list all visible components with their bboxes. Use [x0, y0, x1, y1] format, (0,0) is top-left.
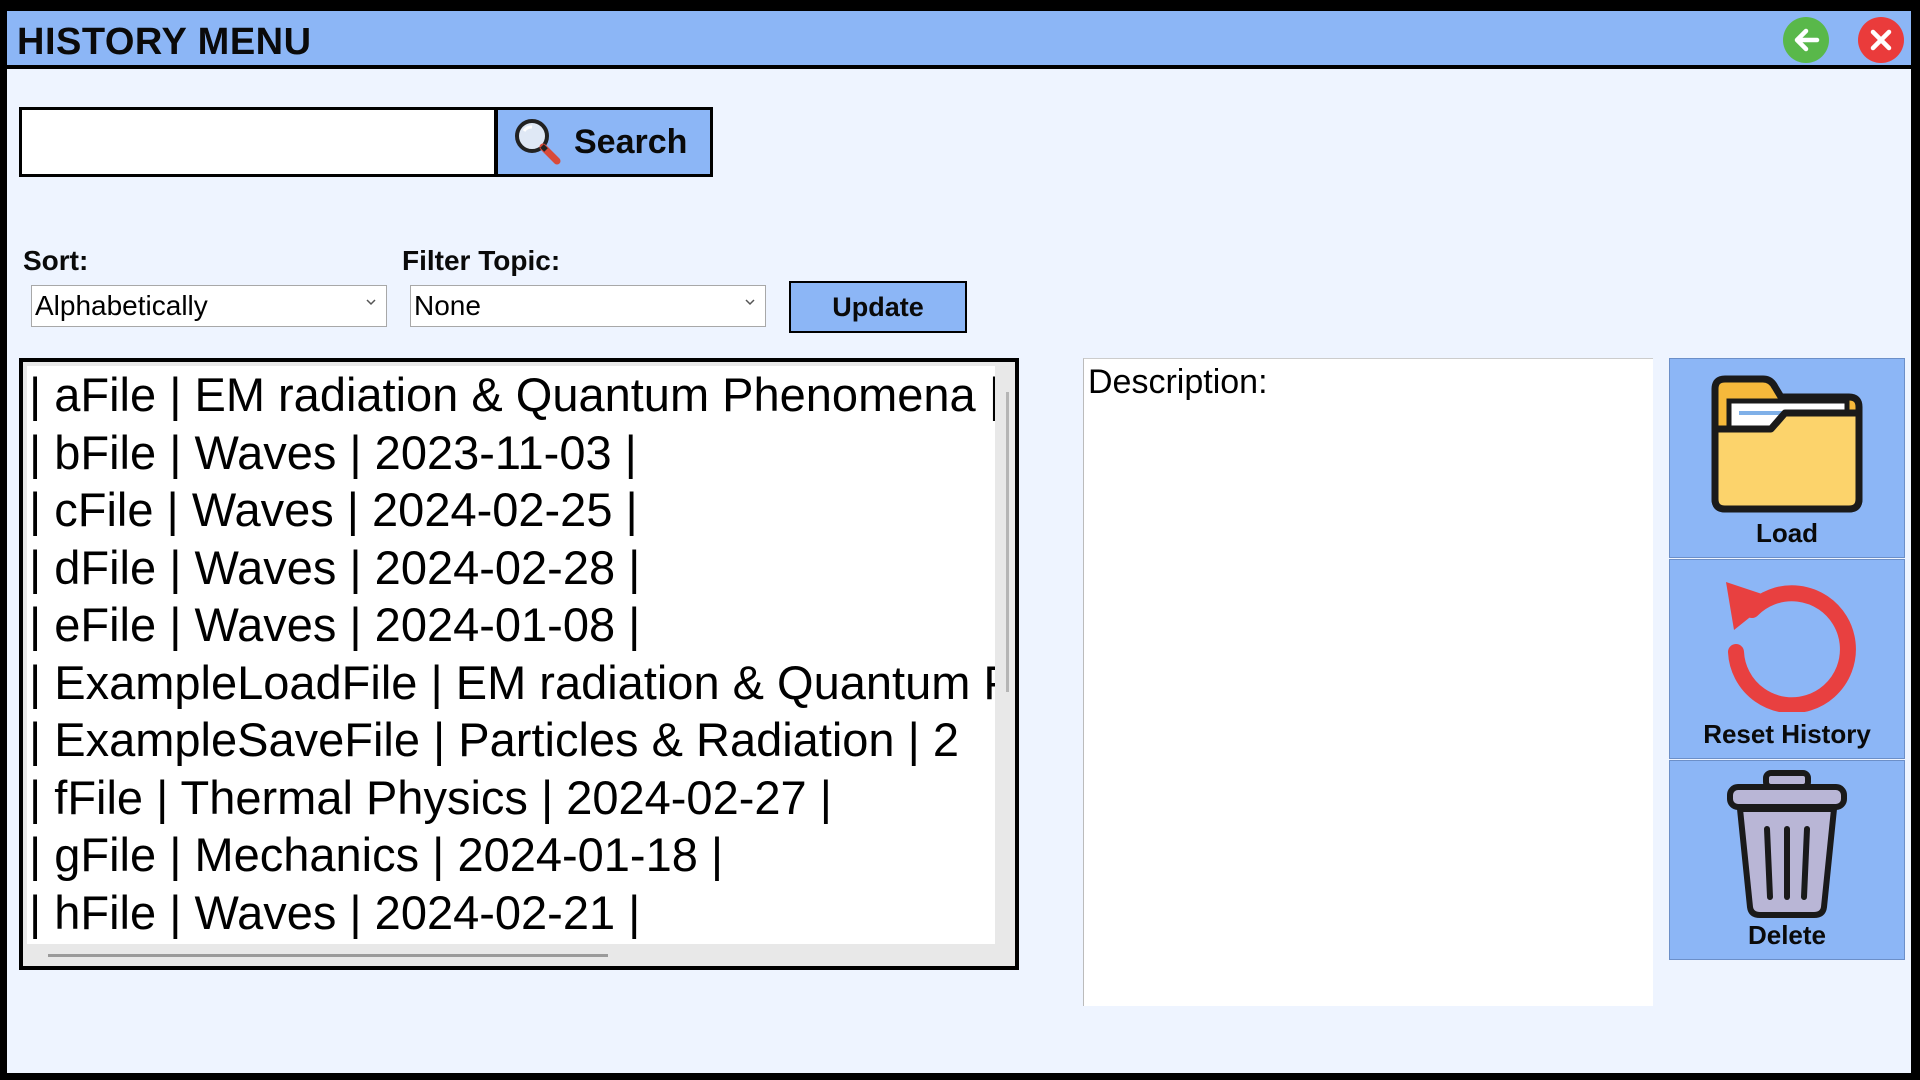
- list-item[interactable]: | ExampleSaveFile | Particles & Radiatio…: [27, 711, 995, 769]
- reset-icon: [1726, 582, 1856, 712]
- search-input[interactable]: [19, 107, 497, 177]
- list-item[interactable]: | bFile | Waves | 2023-11-03 |: [27, 424, 995, 482]
- arrow-left-icon: [1794, 28, 1820, 52]
- history-listbox[interactable]: | aFile | EM radiation & Quantum Phenome…: [19, 358, 1019, 970]
- filter-topic-label: Filter Topic:: [402, 245, 561, 276]
- list-item[interactable]: | cFile | Waves | 2024-02-25 |: [27, 481, 995, 539]
- load-button[interactable]: Load: [1669, 358, 1905, 558]
- list-item[interactable]: | fFile | Thermal Physics | 2024-02-27 |: [27, 769, 995, 827]
- filter-topic-select[interactable]: None: [410, 285, 766, 327]
- sort-label: Sort:: [23, 245, 89, 276]
- description-panel[interactable]: Description:: [1083, 358, 1653, 1006]
- folder-icon: [1711, 375, 1863, 513]
- history-list: | aFile | EM radiation & Quantum Phenome…: [27, 366, 995, 944]
- list-item[interactable]: | ExampleLoadFile | EM radiation & Quant…: [27, 654, 995, 712]
- sort-select-value: Alphabetically: [35, 290, 208, 321]
- load-button-label: Load: [1755, 518, 1819, 548]
- close-icon: [1870, 29, 1892, 51]
- close-button[interactable]: [1858, 17, 1904, 63]
- description-label: Description:: [1088, 363, 1268, 401]
- delete-button[interactable]: Delete: [1669, 760, 1905, 960]
- vertical-scrollbar[interactable]: [1006, 392, 1009, 692]
- reset-history-button[interactable]: Reset History: [1669, 559, 1905, 759]
- chevron-down-icon: [366, 299, 376, 306]
- back-button[interactable]: [1783, 17, 1829, 63]
- list-item[interactable]: | dFile | Waves | 2024-02-28 |: [27, 539, 995, 597]
- update-button[interactable]: Update: [789, 281, 967, 333]
- search-button[interactable]: Search: [495, 107, 713, 177]
- list-item[interactable]: | hFile | Waves | 2024-02-21 |: [27, 884, 995, 942]
- horizontal-scrollbar[interactable]: [48, 954, 608, 957]
- list-item[interactable]: | gFile | Mechanics | 2024-01-18 |: [27, 826, 995, 884]
- filter-topic-select-value: None: [414, 290, 481, 321]
- list-item[interactable]: | eFile | Waves | 2024-01-08 |: [27, 596, 995, 654]
- search-button-label: Search: [574, 122, 688, 161]
- trash-icon: [1727, 770, 1847, 918]
- chevron-down-icon: [745, 299, 755, 306]
- search-icon: [515, 119, 561, 165]
- history-window: HISTORY MENU Search Sort: Alphabetically…: [4, 8, 1914, 1076]
- window-title: HISTORY MENU: [17, 21, 312, 63]
- sort-select[interactable]: Alphabetically: [31, 285, 387, 327]
- title-bar: HISTORY MENU: [7, 11, 1911, 69]
- list-item[interactable]: | aFile | EM radiation & Quantum Phenome…: [27, 366, 995, 424]
- reset-history-button-label: Reset History: [1703, 719, 1871, 749]
- delete-button-label: Delete: [1747, 920, 1827, 950]
